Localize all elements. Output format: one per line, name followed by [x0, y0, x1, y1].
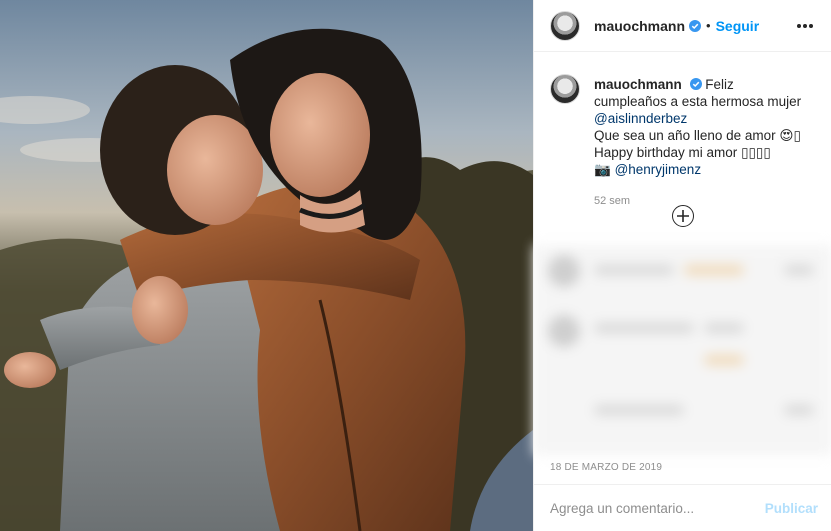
comment-input[interactable]	[550, 500, 765, 516]
caption-line-3: Happy birthday mi amor	[594, 145, 738, 160]
unrendered-glyph: ▯	[793, 128, 801, 143]
unrendered-glyphs: ▯▯▯▯	[741, 145, 771, 160]
caption-line-2: Que sea un año lleno de amor	[594, 128, 776, 143]
separator-dot: •	[706, 18, 711, 33]
verified-badge-icon	[689, 19, 702, 32]
plus-icon	[677, 210, 689, 222]
caption-text: mauochmann Feliz cumpleaños a esta hermo…	[594, 76, 804, 210]
follow-button[interactable]: Seguir	[716, 18, 760, 34]
post-side-panel: mauochmann • Seguir mauochmann Feliz cum…	[533, 0, 831, 531]
camera-emoji: 📷	[594, 162, 611, 177]
mention-link-henryjimenz[interactable]: @henryjimenz	[615, 162, 701, 177]
blurred-comments-region	[534, 245, 831, 455]
post-time-ago[interactable]: 52 sem	[594, 193, 804, 210]
couple-photo-illustration	[0, 0, 533, 531]
caption-avatar[interactable]	[550, 74, 580, 104]
comment-bar: Publicar	[534, 484, 831, 531]
heart-eyes-emoji: 😍	[779, 128, 794, 143]
more-options-icon[interactable]	[793, 20, 817, 32]
verified-badge-icon	[689, 78, 702, 90]
post-comment-button[interactable]: Publicar	[765, 501, 818, 516]
instagram-post: mauochmann • Seguir mauochmann Feliz cum…	[0, 0, 831, 531]
post-photo[interactable]	[0, 0, 533, 531]
author-username[interactable]: mauochmann	[594, 18, 685, 34]
plus-circle-icon[interactable]	[672, 205, 694, 227]
author-avatar[interactable]	[550, 10, 580, 41]
post-date: 18 DE MARZO DE 2019	[550, 462, 663, 473]
caption-username[interactable]: mauochmann	[594, 77, 682, 92]
mention-link-aislinnderbez[interactable]: @aislinnderbez	[594, 111, 687, 126]
post-header: mauochmann • Seguir	[534, 0, 831, 52]
caption: mauochmann Feliz cumpleaños a esta hermo…	[534, 52, 831, 210]
